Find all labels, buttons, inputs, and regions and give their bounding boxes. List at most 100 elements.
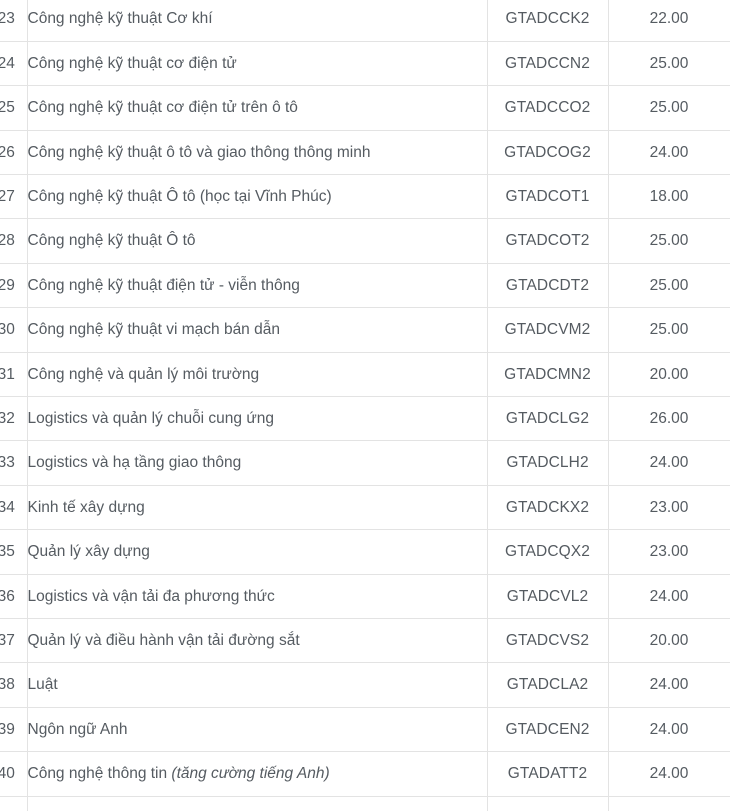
- row-index-cell: 30: [0, 307, 28, 353]
- score-cell: 25.00: [608, 218, 730, 264]
- program-name-text: Ngôn ngữ Anh: [27, 720, 128, 738]
- table-row: 30Công nghệ kỹ thuật vi mạch bán dẫn GTAD…: [0, 307, 730, 353]
- program-name-text: Quản lý và điều hành vận tải đường sắt: [27, 631, 300, 649]
- admission-code-cell: GTADCDT2: [487, 263, 609, 309]
- score-cell: 22.00: [608, 0, 730, 42]
- table-row: 38Luật GTADCLA224.00: [0, 662, 730, 708]
- program-name-cell: Công nghệ kỹ thuật Cơ khí: [27, 0, 488, 42]
- program-name-cell: [27, 796, 488, 811]
- table-row: 35Quản lý xây dựng GTADCQX223.00: [0, 529, 730, 575]
- admission-code-cell: GTADCOT1: [487, 174, 609, 220]
- program-name-cell: Quản lý xây dựng: [27, 529, 488, 575]
- score-cell: 20.00: [608, 352, 730, 398]
- program-name-text: Logistics và hạ tầng giao thông: [27, 454, 242, 472]
- score-cell: 26.00: [608, 396, 730, 442]
- score-cell: [608, 796, 730, 811]
- admission-code-cell: GTADCLG2: [487, 396, 609, 442]
- admission-code-cell: GTADATT2: [487, 751, 609, 797]
- row-index-cell: 38: [0, 662, 28, 708]
- program-name-cell: Công nghệ kỹ thuật Ô tô: [27, 218, 488, 264]
- table-row: 36Logistics và vận tải đa phương thức GTA…: [0, 574, 730, 619]
- table-row: 37Quản lý và điều hành vận tải đường sắt…: [0, 618, 730, 664]
- table-row: 40Công nghệ thông tin (tăng cường tiếng …: [0, 751, 730, 797]
- score-cell: 24.00: [608, 440, 730, 486]
- score-cell: 20.00: [608, 618, 730, 664]
- program-name-cell: Ngôn ngữ Anh: [27, 707, 488, 753]
- program-name-text: Kinh tế xây dựng: [27, 498, 145, 516]
- program-name-text: Logistics và quản lý chuỗi cung ứng: [27, 410, 274, 428]
- program-name-text: Công nghệ kỹ thuật cơ điện tử trên ô tô: [27, 99, 298, 117]
- admission-code-cell: GTADCLH2: [487, 440, 609, 486]
- row-index-cell: [0, 796, 28, 811]
- program-name-text: Công nghệ và quản lý môi trường: [27, 365, 260, 383]
- program-name-text: Công nghệ kỹ thuật vi mạch bán dẫn: [27, 321, 280, 339]
- row-index-cell: 29: [0, 263, 28, 309]
- table-body: 23 Công nghệ kỹ thuật Cơ khí GTADCCK2 22.00…: [0, 0, 730, 811]
- row-index-cell: 26: [0, 130, 28, 176]
- program-name-cell: Logistics và vận tải đa phương thức: [27, 574, 488, 619]
- admission-code-cell: GTADCKX2: [487, 485, 609, 531]
- row-index-cell: 32: [0, 396, 28, 442]
- score-cell: 24.00: [608, 662, 730, 708]
- program-name-text: Luật: [27, 676, 58, 694]
- program-name-cell: Công nghệ kỹ thuật Ô tô (học tại Vĩnh Ph…: [27, 174, 488, 220]
- row-index-cell: 35: [0, 529, 28, 575]
- row-index-cell: 34: [0, 485, 28, 531]
- program-name-cell: Công nghệ kỹ thuật ô tô và giao thông th…: [27, 130, 488, 176]
- table-row: 39Ngôn ngữ Anh GTADCEN224.00: [0, 707, 730, 753]
- program-name-text: Công nghệ kỹ thuật Cơ khí: [27, 10, 213, 28]
- table-row: 29Công nghệ kỹ thuật điện tử - viễn thôn…: [0, 263, 730, 309]
- row-index-cell: 36: [0, 574, 28, 619]
- table-row: 32Logistics và quản lý chuỗi cung ứng GTA…: [0, 396, 730, 442]
- program-name-text: Logistics và vận tải đa phương thức: [27, 587, 275, 605]
- row-index-cell: 27: [0, 174, 28, 220]
- program-name-text: Công nghệ kỹ thuật Ô tô: [27, 232, 196, 250]
- program-name-cell: Quản lý và điều hành vận tải đường sắt: [27, 618, 488, 664]
- table-row: 26Công nghệ kỹ thuật ô tô và giao thông …: [0, 130, 730, 176]
- admission-code-cell: GTADCOG2: [487, 130, 609, 176]
- admission-code-cell: GTADCEN2: [487, 707, 609, 753]
- program-name-cell: Công nghệ kỹ thuật cơ điện tử: [27, 41, 488, 87]
- program-name-text: Công nghệ kỹ thuật điện tử - viễn thông: [27, 276, 300, 294]
- score-cell: 18.00: [608, 174, 730, 220]
- admission-code-cell: GTADCOT2: [487, 218, 609, 264]
- admission-code-cell: GTADCVS2: [487, 618, 609, 664]
- program-name-cell: Công nghệ và quản lý môi trường: [27, 352, 488, 398]
- program-name-cell: Công nghệ kỹ thuật điện tử - viễn thông: [27, 263, 488, 309]
- score-cell: 24.00: [608, 574, 730, 619]
- score-cell: 23.00: [608, 529, 730, 575]
- table-row: 34Kinh tế xây dựng GTADCKX223.00: [0, 485, 730, 531]
- table-viewport: 23 Công nghệ kỹ thuật Cơ khí GTADCCK2 22.00…: [0, 0, 730, 811]
- program-name-cell: Kinh tế xây dựng: [27, 485, 488, 531]
- row-index-cell: 24: [0, 41, 28, 87]
- program-name-text: Công nghệ kỹ thuật cơ điện tử: [27, 54, 237, 72]
- program-name-cell: Logistics và hạ tầng giao thông: [27, 440, 488, 486]
- program-name-cell: Luật: [27, 662, 488, 708]
- program-name-text: Công nghệ kỹ thuật Ô tô (học tại Vĩnh Ph…: [27, 188, 332, 206]
- program-name-text: Quản lý xây dựng: [27, 543, 150, 561]
- table-scroll-container: 23 Công nghệ kỹ thuật Cơ khí GTADCCK2 22.00…: [0, 0, 730, 811]
- admission-score-table: 23 Công nghệ kỹ thuật Cơ khí GTADCCK2 22.00…: [0, 0, 730, 811]
- program-name-cell: Công nghệ kỹ thuật vi mạch bán dẫn: [27, 307, 488, 353]
- score-cell: 25.00: [608, 85, 730, 131]
- score-cell: 25.00: [608, 41, 730, 87]
- row-index-cell: 31: [0, 352, 28, 398]
- admission-code-cell: GTADCLA2: [487, 662, 609, 708]
- score-cell: 25.00: [608, 307, 730, 353]
- program-name-note: (tăng cường tiếng Anh): [171, 765, 330, 783]
- row-index-cell: 23: [0, 0, 28, 42]
- admission-code-cell: GTADCCO2: [487, 85, 609, 131]
- row-index-cell: 40: [0, 751, 28, 797]
- score-cell: 23.00: [608, 485, 730, 531]
- admission-code-cell: GTADCQX2: [487, 529, 609, 575]
- score-cell: 24.00: [608, 751, 730, 797]
- program-name-cell: Logistics và quản lý chuỗi cung ứng: [27, 396, 488, 442]
- table-row: [0, 796, 730, 811]
- table-row: 28Công nghệ kỹ thuật Ô tô GTADCOT225.00: [0, 218, 730, 264]
- table-row: 27Công nghệ kỹ thuật Ô tô (học tại Vĩnh …: [0, 174, 730, 220]
- program-name-text: Công nghệ thông tin: [27, 765, 172, 783]
- program-name-text: Công nghệ kỹ thuật ô tô và giao thông th…: [27, 143, 371, 161]
- table-row: 23 Công nghệ kỹ thuật Cơ khí GTADCCK2 22.00: [0, 0, 730, 42]
- row-index-cell: 28: [0, 218, 28, 264]
- admission-code-cell: GTADCCN2: [487, 41, 609, 87]
